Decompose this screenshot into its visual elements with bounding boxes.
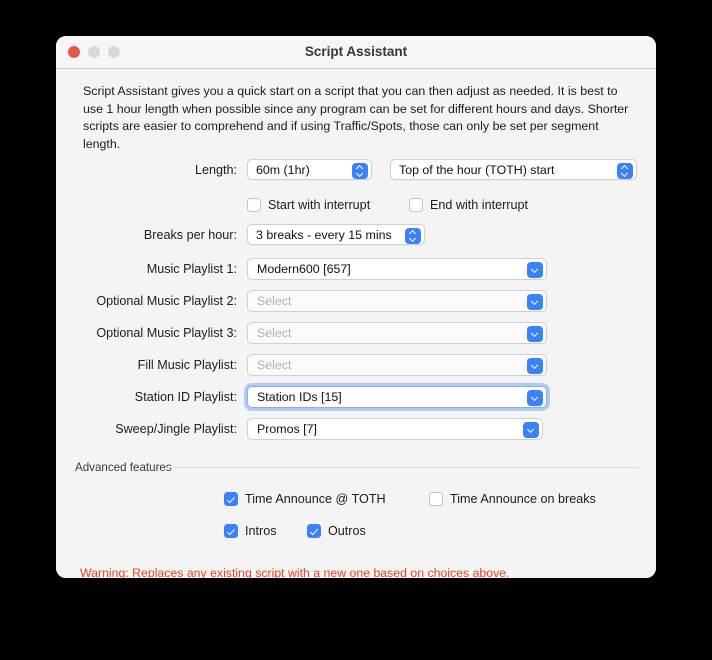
- optional-music-playlist-3-value: Select: [257, 326, 292, 340]
- length-duration-value: 60m (1hr): [256, 162, 310, 177]
- checkbox-icon: [429, 492, 443, 506]
- intros-label: Intros: [245, 524, 277, 538]
- intro-description: Script Assistant gives you a quick start…: [83, 84, 629, 151]
- end-with-interrupt-label: End with interrupt: [430, 198, 529, 212]
- chevron-up-down-icon: [617, 162, 633, 179]
- chevron-up-down-icon: [405, 227, 421, 244]
- playlist-row-sweep-jingle: Sweep/Jingle Playlist: Promos [7]: [75, 418, 543, 440]
- playlist-row-station-id: Station ID Playlist: Station IDs [15]: [75, 386, 547, 408]
- station-id-playlist-combo[interactable]: Station IDs [15]: [247, 386, 547, 408]
- checkbox-icon: [307, 524, 321, 538]
- fill-music-playlist-value: Select: [257, 358, 292, 372]
- chevron-down-icon: [527, 261, 543, 278]
- end-with-interrupt-checkbox[interactable]: End with interrupt: [409, 198, 528, 212]
- breaks-per-hour-popup[interactable]: 3 breaks - every 15 mins: [247, 224, 425, 245]
- breaks-per-hour-value: 3 breaks - every 15 mins: [256, 227, 392, 242]
- fill-music-playlist-label: Fill Music Playlist:: [137, 358, 237, 372]
- script-assistant-window: Script Assistant Script Assistant gives …: [56, 36, 656, 578]
- station-id-playlist-label: Station ID Playlist:: [134, 390, 237, 404]
- chevron-down-icon: [527, 389, 543, 406]
- playlist-row-music-2: Optional Music Playlist 2: Select: [75, 290, 547, 312]
- chevron-down-icon: [527, 325, 543, 342]
- warning-line-1: Warning: Replaces any existing script wi…: [80, 566, 510, 578]
- start-with-interrupt-checkbox[interactable]: Start with interrupt: [247, 198, 370, 212]
- start-with-interrupt-label: Start with interrupt: [268, 198, 371, 212]
- playlist-row-music-3: Optional Music Playlist 3: Select: [75, 322, 547, 344]
- length-start-popup[interactable]: Top of the hour (TOTH) start: [390, 159, 637, 180]
- playlist-row-music-1: Music Playlist 1: Modern600 [657]: [75, 258, 547, 280]
- music-playlist-1-combo[interactable]: Modern600 [657]: [247, 258, 547, 280]
- advanced-features-divider: [166, 467, 638, 468]
- time-announce-breaks-label: Time Announce on breaks: [450, 492, 596, 506]
- warning-message: Warning: Replaces any existing script wi…: [80, 565, 510, 578]
- chevron-down-icon: [527, 357, 543, 374]
- optional-music-playlist-3-label: Optional Music Playlist 3:: [96, 326, 237, 340]
- music-playlist-1-label: Music Playlist 1:: [146, 262, 237, 276]
- intros-checkbox[interactable]: Intros: [224, 524, 277, 538]
- checkbox-icon: [409, 198, 423, 212]
- sweep-jingle-playlist-value: Promos [7]: [257, 422, 317, 436]
- length-start-value: Top of the hour (TOTH) start: [399, 162, 555, 177]
- window-title: Script Assistant: [304, 44, 408, 59]
- optional-music-playlist-2-label: Optional Music Playlist 2:: [96, 294, 237, 308]
- sweep-jingle-playlist-combo[interactable]: Promos [7]: [247, 418, 543, 440]
- optional-music-playlist-3-combo[interactable]: Select: [247, 322, 547, 344]
- length-row: Length: 60m (1hr) Top of the hour (TOTH)…: [75, 159, 637, 180]
- chevron-down-icon: [527, 293, 543, 310]
- outros-label: Outros: [328, 524, 366, 538]
- length-duration-popup[interactable]: 60m (1hr): [247, 159, 372, 180]
- station-id-playlist-value: Station IDs [15]: [257, 390, 342, 404]
- optional-music-playlist-2-value: Select: [257, 294, 292, 308]
- chevron-down-icon: [523, 421, 539, 438]
- fill-music-playlist-combo[interactable]: Select: [247, 354, 547, 376]
- time-announce-toth-label: Time Announce @ TOTH: [245, 492, 386, 506]
- sweep-jingle-playlist-label: Sweep/Jingle Playlist:: [115, 422, 237, 436]
- music-playlist-1-value: Modern600 [657]: [257, 262, 351, 276]
- breaks-per-hour-row: Breaks per hour: 3 breaks - every 15 min…: [75, 224, 425, 245]
- titlebar: Script Assistant: [56, 36, 656, 69]
- breaks-per-hour-label: Breaks per hour:: [143, 227, 237, 242]
- playlist-row-fill-music: Fill Music Playlist: Select: [75, 354, 547, 376]
- time-announce-breaks-checkbox[interactable]: Time Announce on breaks: [429, 492, 596, 506]
- time-announce-toth-checkbox[interactable]: Time Announce @ TOTH: [224, 492, 386, 506]
- checkbox-icon: [224, 492, 238, 506]
- advanced-features-group-label: Advanced features: [75, 461, 172, 474]
- outros-checkbox[interactable]: Outros: [307, 524, 366, 538]
- checkbox-icon: [224, 524, 238, 538]
- length-label: Length:: [194, 162, 237, 177]
- dialog-body: Script Assistant gives you a quick start…: [56, 69, 656, 578]
- chevron-up-down-icon: [352, 162, 368, 179]
- optional-music-playlist-2-combo[interactable]: Select: [247, 290, 547, 312]
- checkbox-icon: [247, 198, 261, 212]
